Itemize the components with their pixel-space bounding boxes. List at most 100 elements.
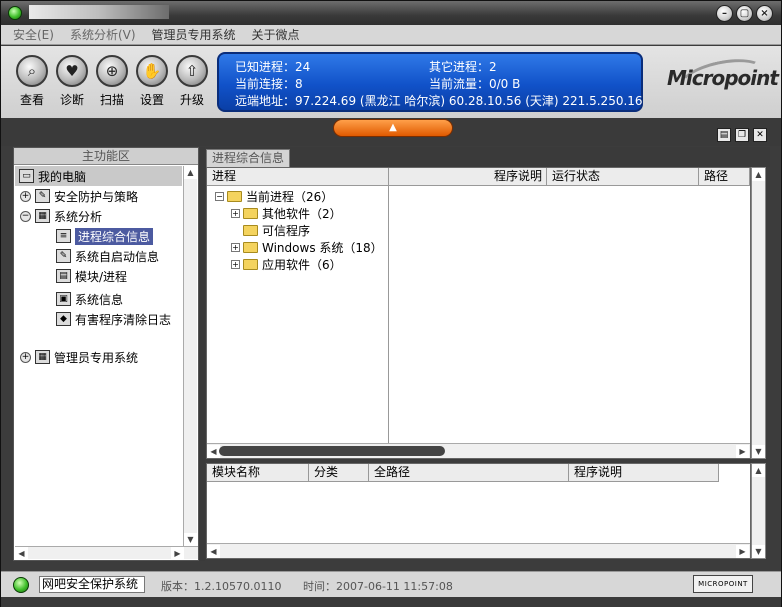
bottom-border	[1, 597, 781, 607]
network-icon: ▦	[35, 350, 50, 364]
scroll-up-icon[interactable]: ▲	[184, 166, 197, 179]
folder-icon: ▦	[35, 209, 50, 223]
column-process[interactable]: 进程	[207, 168, 389, 186]
folder-icon	[243, 242, 258, 253]
module-horizontal-scrollbar[interactable]: ◀ ▶	[207, 543, 750, 558]
tree-item-modules[interactable]: ▤ 模块/进程	[56, 266, 127, 286]
scan-label: 扫描	[99, 93, 124, 107]
upgrade-icon: ⇧	[176, 55, 208, 87]
tree-item-label: 系统分析	[54, 209, 103, 224]
expand-icon[interactable]: +	[231, 260, 240, 269]
current-connections: 当前连接：8	[235, 77, 303, 91]
tree-item-security[interactable]: + ✎ 安全防护与策略	[20, 186, 138, 206]
menu-system-analysis[interactable]: 系统分析(V)	[70, 26, 136, 43]
scroll-up-icon[interactable]: ▲	[752, 168, 765, 181]
expand-icon[interactable]: +	[231, 243, 240, 252]
process-table: 进程 程序说明 运行状态 路径 − 当前进程（26） + 其他软件（2） 可信程…	[206, 167, 751, 459]
heart-monitor-icon: ♥	[56, 55, 88, 87]
module-icon: ▤	[56, 269, 71, 283]
panel-splitter[interactable]	[199, 147, 205, 561]
expand-icon[interactable]: +	[20, 351, 31, 363]
collapse-icon[interactable]: −	[215, 192, 224, 201]
column-category[interactable]: 分类	[309, 464, 369, 482]
system-info-icon: ▣	[56, 292, 71, 306]
tab-process-info[interactable]: 进程综合信息	[206, 149, 290, 167]
title-bar: – ▢ ×	[1, 1, 781, 25]
tree-current-processes[interactable]: − 当前进程（26）	[215, 188, 333, 205]
tree-item-label: 管理员专用系统	[54, 350, 139, 365]
folder-icon	[243, 259, 258, 270]
maximize-icon[interactable]: ▢	[736, 5, 753, 22]
column-full-path[interactable]: 全路径	[369, 464, 569, 482]
panel-restore-icon[interactable]: ▤	[717, 128, 731, 142]
column-module-name[interactable]: 模块名称	[207, 464, 309, 482]
scan-icon: ⊕	[96, 55, 128, 87]
tree-other-software[interactable]: + 其他软件（2）	[231, 205, 342, 222]
collapse-toolbar-button[interactable]: ▲	[333, 119, 453, 137]
shield-icon: ✎	[35, 189, 50, 203]
scroll-right-icon[interactable]: ▶	[736, 445, 749, 458]
view-button[interactable]: ⌕ 查看	[12, 55, 52, 108]
tree-windows-system[interactable]: + Windows 系统（18）	[231, 239, 383, 256]
module-table: 模块名称 分类 全路径 程序说明 ◀ ▶	[206, 463, 751, 559]
folder-icon	[227, 191, 242, 202]
scan-button[interactable]: ⊕ 扫描	[92, 55, 132, 108]
scroll-up-icon[interactable]: ▲	[752, 464, 765, 477]
tree-label: Windows 系统（18）	[262, 241, 383, 255]
folder-icon	[243, 208, 258, 219]
minimize-icon[interactable]: –	[716, 5, 733, 22]
tab-strip: 进程综合信息	[206, 147, 770, 167]
column-status[interactable]: 运行状态	[547, 168, 699, 186]
scroll-left-icon[interactable]: ◀	[15, 547, 28, 560]
scroll-thumb[interactable]	[219, 446, 445, 456]
menu-security[interactable]: 安全(E)	[13, 26, 54, 43]
tree-item-admin-system[interactable]: + ▦ 管理员专用系统	[20, 347, 138, 367]
menu-about[interactable]: 关于微点	[252, 26, 300, 43]
tree-item-cleanup-log[interactable]: ◆ 有害程序清除日志	[56, 309, 171, 329]
main-function-panel: 主功能区 ▭ 我的电脑 + ✎ 安全防护与策略 − ▦ 系统分析 ≡ 进程综合信…	[13, 147, 199, 561]
diagnose-button[interactable]: ♥ 诊断	[52, 55, 92, 108]
scroll-down-icon[interactable]: ▼	[184, 533, 197, 546]
upgrade-button[interactable]: ⇧ 升级	[172, 55, 212, 108]
computer-icon: ▭	[19, 169, 34, 183]
tree-trusted-programs[interactable]: 可信程序	[243, 222, 310, 239]
panel-close-icon[interactable]: ✕	[753, 128, 767, 142]
micropoint-badge: MICROPOINT	[693, 575, 753, 593]
column-program-description[interactable]: 程序说明	[569, 464, 719, 482]
status-bar: 网吧安全保护系统 版本：1.2.10570.0110 时间：2007-06-11…	[1, 571, 781, 597]
current-traffic: 当前流量：0/0 B	[429, 77, 521, 91]
scroll-right-icon[interactable]: ▶	[736, 545, 749, 558]
tree-item-process-info[interactable]: ≡ 进程综合信息	[56, 226, 154, 246]
collapse-icon[interactable]: −	[20, 210, 31, 222]
pane-divider[interactable]	[388, 186, 389, 443]
column-description[interactable]: 程序说明	[389, 168, 547, 186]
process-vertical-scrollbar[interactable]: ▲ ▼	[751, 167, 766, 459]
tree-item-system-info[interactable]: ▣ 系统信息	[56, 289, 123, 309]
tree-item-label: 安全防护与策略	[54, 189, 139, 204]
expand-icon[interactable]: +	[231, 209, 240, 218]
tree-item-autostart-info[interactable]: ✎ 系统自启动信息	[56, 246, 159, 266]
panel-title: 主功能区	[14, 148, 198, 165]
menu-admin-system[interactable]: 管理员专用系统	[152, 26, 236, 43]
tree-applications[interactable]: + 应用软件（6）	[231, 256, 342, 273]
column-path[interactable]: 路径	[699, 168, 750, 186]
scroll-left-icon[interactable]: ◀	[207, 545, 220, 558]
process-horizontal-scrollbar[interactable]: ◀ ▶	[207, 443, 750, 458]
tree-label: 当前进程（26）	[246, 190, 334, 204]
panel-maximize-icon[interactable]: ❐	[735, 128, 749, 142]
close-icon[interactable]: ×	[756, 5, 773, 22]
tree-item-system-analysis[interactable]: − ▦ 系统分析	[20, 206, 102, 226]
left-vertical-scrollbar[interactable]: ▲ ▼	[183, 166, 197, 546]
settings-icon: ✋	[136, 55, 168, 87]
expand-icon[interactable]: +	[20, 190, 31, 202]
scroll-right-icon[interactable]: ▶	[171, 547, 184, 560]
tree-root-my-computer[interactable]: ▭ 我的电脑	[15, 166, 182, 186]
settings-button[interactable]: ✋ 设置	[132, 55, 172, 108]
scroll-down-icon[interactable]: ▼	[752, 545, 765, 558]
module-vertical-scrollbar[interactable]: ▲ ▼	[751, 463, 766, 559]
tree-label: 其他软件（2）	[262, 207, 342, 221]
folder-icon	[243, 225, 258, 236]
product-name: 网吧安全保护系统	[39, 576, 145, 593]
scroll-down-icon[interactable]: ▼	[752, 445, 765, 458]
left-horizontal-scrollbar[interactable]: ◀ ▶	[15, 546, 198, 560]
